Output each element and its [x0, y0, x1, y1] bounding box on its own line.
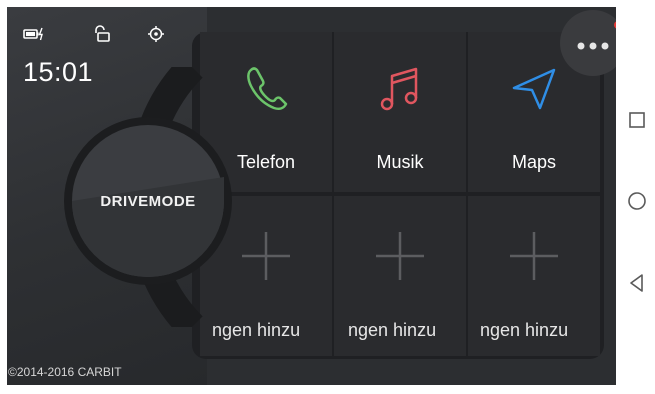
add-app-label: ngen hinzu [480, 320, 569, 340]
plus-icon [508, 230, 560, 282]
navigation-arrow-icon [510, 58, 558, 118]
unlock-icon [91, 25, 113, 43]
music-note-icon [376, 58, 424, 118]
add-app-tile[interactable]: ngen hinzu [334, 196, 466, 356]
back-icon[interactable] [626, 272, 648, 294]
app-label: Maps [511, 152, 556, 172]
recent-apps-icon[interactable] [626, 109, 648, 131]
drivemode-screen: 15:01 ©2014-2016 CARBIT Telefon Musik Ma… [7, 7, 616, 385]
add-app-label: ngen hinzu [348, 320, 437, 340]
more-dots-icon [576, 38, 612, 50]
plus-icon [374, 230, 426, 282]
drivemode-button[interactable]: DRIVEMODE [64, 117, 232, 285]
app-label: Musik [376, 152, 424, 172]
home-icon[interactable] [626, 190, 648, 212]
location-icon [147, 25, 169, 43]
app-tile-musik[interactable]: Musik [334, 32, 466, 192]
brand-logo: DRIVEMODE [100, 193, 196, 210]
add-app-tile[interactable]: ngen hinzu [468, 196, 600, 356]
copyright-text: ©2014-2016 CARBIT [8, 365, 122, 379]
system-nav-bar [616, 0, 655, 394]
battery-charging-icon [23, 25, 45, 43]
